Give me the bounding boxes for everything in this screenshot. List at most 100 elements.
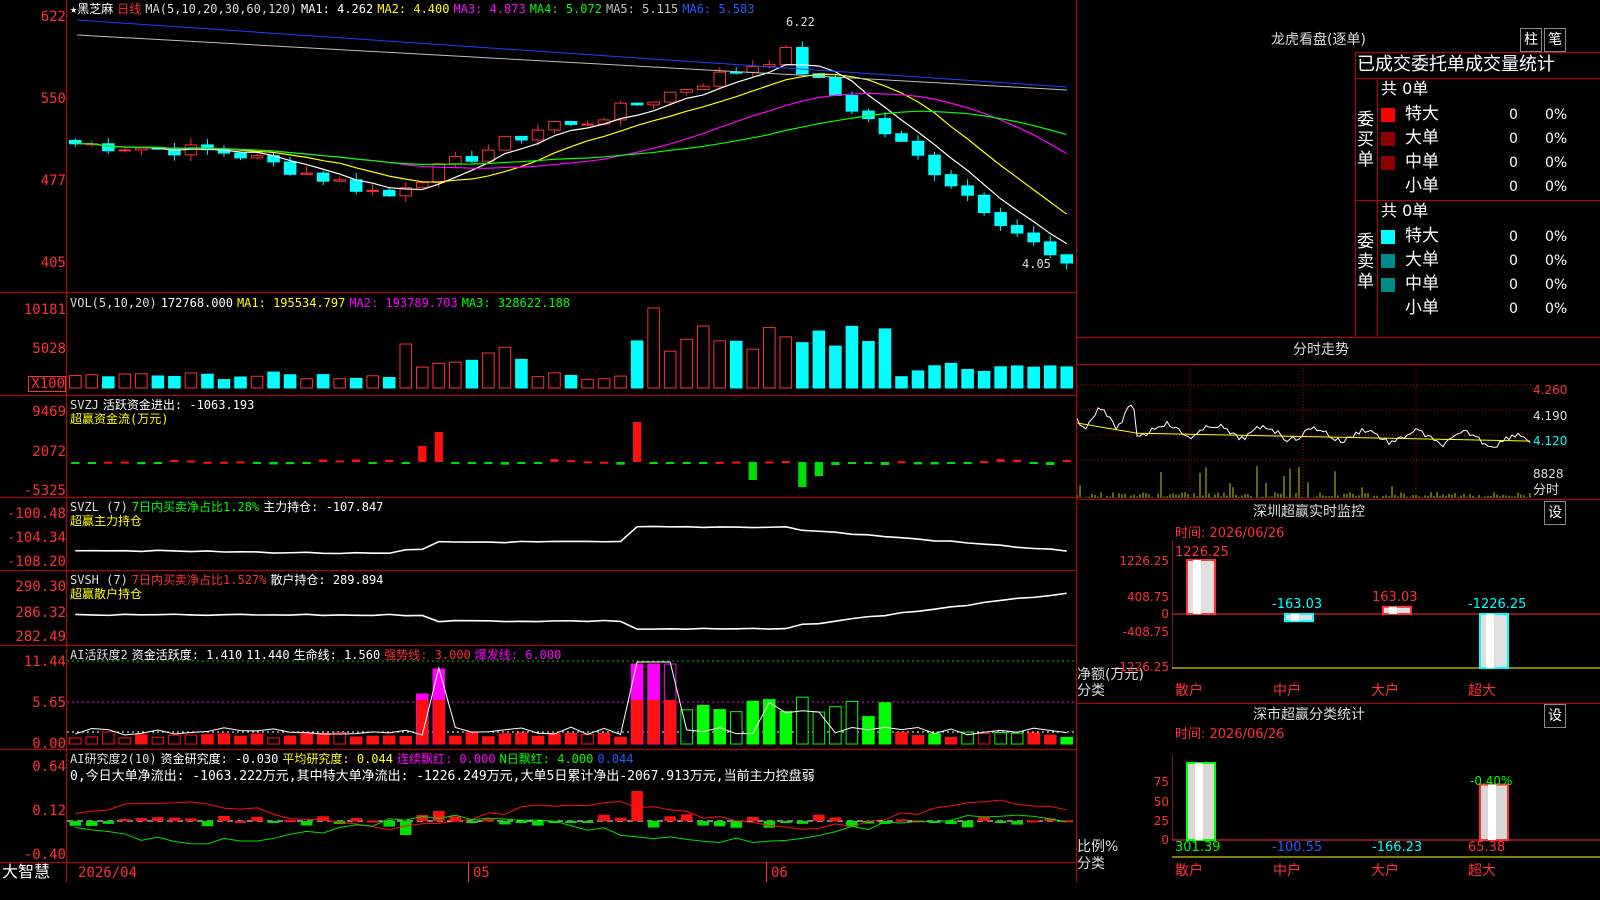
buy-swatch xyxy=(1381,180,1395,194)
svzj-bar xyxy=(352,459,361,462)
svzj-chart[interactable] xyxy=(67,400,1075,495)
svzj-bar xyxy=(963,462,972,464)
svzj-bar xyxy=(269,462,278,465)
buy-side-label: 委买单 xyxy=(1357,110,1374,170)
buy-row-label: 小单 xyxy=(1405,176,1439,196)
volume-chart[interactable] xyxy=(67,300,1075,392)
volume-bar xyxy=(663,350,677,389)
candle xyxy=(779,45,793,66)
volume-bar xyxy=(1010,365,1024,389)
stats-cat-label: 分类 xyxy=(1077,856,1105,872)
candle xyxy=(68,138,82,147)
svzj-bar xyxy=(236,461,245,464)
svzl-chart[interactable] xyxy=(67,500,1075,568)
svzj-bar xyxy=(649,462,658,465)
svzl-line xyxy=(75,525,1067,555)
volume-bar xyxy=(184,372,198,389)
svzj-bar xyxy=(699,462,708,464)
intraday-chart[interactable] xyxy=(1077,365,1532,498)
buy-row-label: 特大 xyxy=(1405,104,1439,124)
ai-active-tick: 5.65 xyxy=(32,695,66,711)
ai-active-bar xyxy=(366,735,379,745)
svzj-bar xyxy=(434,432,443,462)
volume-bar xyxy=(482,352,495,389)
svzj-bar xyxy=(418,446,427,462)
monitor-cat-label: 分类 xyxy=(1077,683,1105,699)
svzj-bar xyxy=(732,461,741,464)
candle xyxy=(564,121,578,127)
candle xyxy=(449,151,462,169)
left-chart-area[interactable]: ★黑芝麻 日线 MA(5,10,20,30,60,120) MA1: 4.262 MA2… xyxy=(0,0,1077,882)
stats-settings-button[interactable]: 设 xyxy=(1544,704,1566,728)
buy-row-value: 0 xyxy=(1509,131,1518,147)
svsh-tick: 286.32 xyxy=(15,605,66,621)
tick-mode-button[interactable]: 笔 xyxy=(1544,28,1566,52)
svzj-bar xyxy=(599,461,609,464)
candlestick-chart[interactable] xyxy=(67,15,1075,290)
ma1-value: MA1: 4.262 xyxy=(300,2,374,16)
ai-active-bar xyxy=(581,733,594,745)
buy-row-pct: 0% xyxy=(1545,107,1568,123)
monitor-chart[interactable] xyxy=(1172,540,1600,680)
buy-row-pct: 0% xyxy=(1545,155,1568,171)
candle xyxy=(531,124,545,146)
ai-active-bar xyxy=(928,733,941,745)
candle xyxy=(680,88,693,96)
candle xyxy=(878,112,892,138)
ai-research-tick: -0.40 xyxy=(23,847,66,863)
ai-active-bar xyxy=(465,731,479,745)
sell-row-label: 中单 xyxy=(1405,274,1439,294)
candle xyxy=(911,135,925,160)
stats-title: 深市超赢分类统计 xyxy=(1253,707,1365,723)
ai-active-bar xyxy=(663,663,677,745)
sell-swatch xyxy=(1381,278,1395,292)
ai-active-bar xyxy=(234,735,247,745)
volume-bar xyxy=(729,340,743,389)
ai-active-bar xyxy=(151,736,165,745)
svzj-bar xyxy=(385,459,394,462)
ai-active-chart[interactable] xyxy=(67,650,1075,747)
ai-active-bar xyxy=(267,737,280,745)
volume-bar xyxy=(911,370,925,389)
candle xyxy=(1043,236,1057,258)
period-label[interactable]: 日线 xyxy=(117,2,141,16)
candle xyxy=(614,101,627,126)
svzj-bar xyxy=(666,462,675,464)
volume-bar xyxy=(300,378,313,389)
svsh-chart[interactable] xyxy=(67,573,1075,643)
volume-bar xyxy=(548,372,561,389)
research-bar xyxy=(482,819,495,822)
volume-bar xyxy=(68,375,82,389)
svzj-bar xyxy=(864,462,873,464)
volume-bar xyxy=(366,375,379,389)
svzl-tick: -108.20 xyxy=(6,554,66,570)
volume-bar xyxy=(1060,366,1074,389)
ai-active-bar xyxy=(944,736,958,745)
volume-bar xyxy=(531,376,545,389)
intraday-title: 分时走势 xyxy=(1293,342,1349,358)
buy-row-value: 0 xyxy=(1509,107,1518,123)
svzj-bar xyxy=(996,459,1005,462)
stats-category: 中户 xyxy=(1273,863,1301,879)
ai-active-bar xyxy=(399,736,413,745)
candle xyxy=(250,153,264,160)
ai-active-bar xyxy=(1010,732,1024,745)
svzj-bar xyxy=(170,460,179,463)
research-bar xyxy=(168,817,181,821)
candle xyxy=(994,207,1007,231)
monitor-settings-button[interactable]: 设 xyxy=(1544,501,1566,525)
bar-mode-button[interactable]: 柱 xyxy=(1520,28,1542,52)
svzj-bar xyxy=(87,462,96,464)
monitor-tick: 1226.25 xyxy=(1119,554,1169,568)
candle xyxy=(118,146,132,153)
ma3-value: MA3: 4.873 xyxy=(453,2,526,16)
ma5-value: MA5: 5.115 xyxy=(605,2,679,16)
volume-bar xyxy=(862,341,875,389)
intraday-tick: 4.190 xyxy=(1533,409,1568,423)
ai-research-chart[interactable] xyxy=(67,785,1075,861)
svzj-bar xyxy=(897,461,906,464)
research-bar xyxy=(218,816,230,821)
research-bar xyxy=(647,821,660,828)
candle xyxy=(498,135,512,151)
candle xyxy=(729,67,743,75)
